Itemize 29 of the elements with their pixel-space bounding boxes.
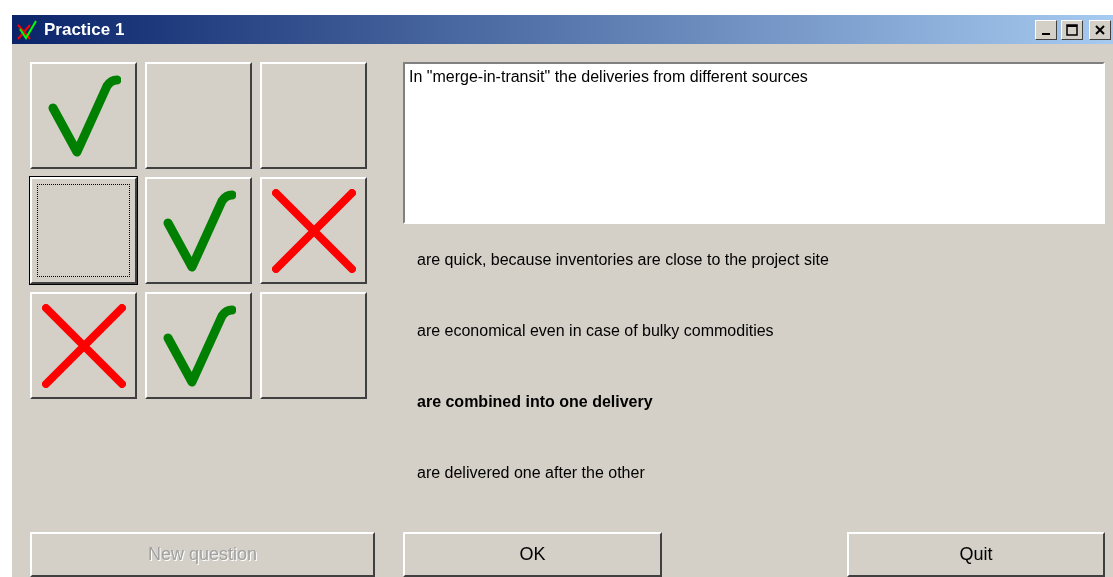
- question-text: In "merge-in-transit" the deliveries from different sources: [403, 62, 1105, 224]
- grid-tile[interactable]: [30, 177, 137, 284]
- grid-tile[interactable]: [260, 62, 367, 169]
- window-title: Practice 1: [44, 19, 126, 40]
- answer-option[interactable]: are economical even in case of bulky commodities: [417, 321, 774, 340]
- maximize-button[interactable]: [1061, 19, 1083, 40]
- answer-option[interactable]: are delivered one after the other: [417, 463, 645, 482]
- close-button[interactable]: [1089, 19, 1111, 40]
- grid-tile[interactable]: [145, 292, 252, 399]
- maximize-icon: [1066, 23, 1078, 36]
- app-icon: [16, 18, 40, 41]
- checkmark-icon: [46, 73, 121, 158]
- checkmark-icon: [161, 188, 236, 273]
- grid-tile[interactable]: [30, 292, 137, 399]
- close-icon: [1094, 23, 1106, 36]
- cross-icon: [271, 188, 356, 273]
- checkmark-icon: [161, 303, 236, 388]
- grid-tile[interactable]: [260, 177, 367, 284]
- cross-icon: [41, 303, 126, 388]
- answer-option[interactable]: are quick, because inventories are close to the project site: [417, 250, 829, 269]
- minimize-button[interactable]: [1035, 19, 1057, 40]
- quit-button[interactable]: Quit: [847, 532, 1105, 577]
- minimize-icon: [1042, 32, 1050, 35]
- grid-tile[interactable]: [145, 177, 252, 284]
- grid-tile[interactable]: [260, 292, 367, 399]
- grid-tile[interactable]: [145, 62, 252, 169]
- grid-tile[interactable]: [30, 62, 137, 169]
- answer-option[interactable]: are combined into one delivery: [417, 392, 653, 411]
- ok-button[interactable]: OK: [403, 532, 662, 577]
